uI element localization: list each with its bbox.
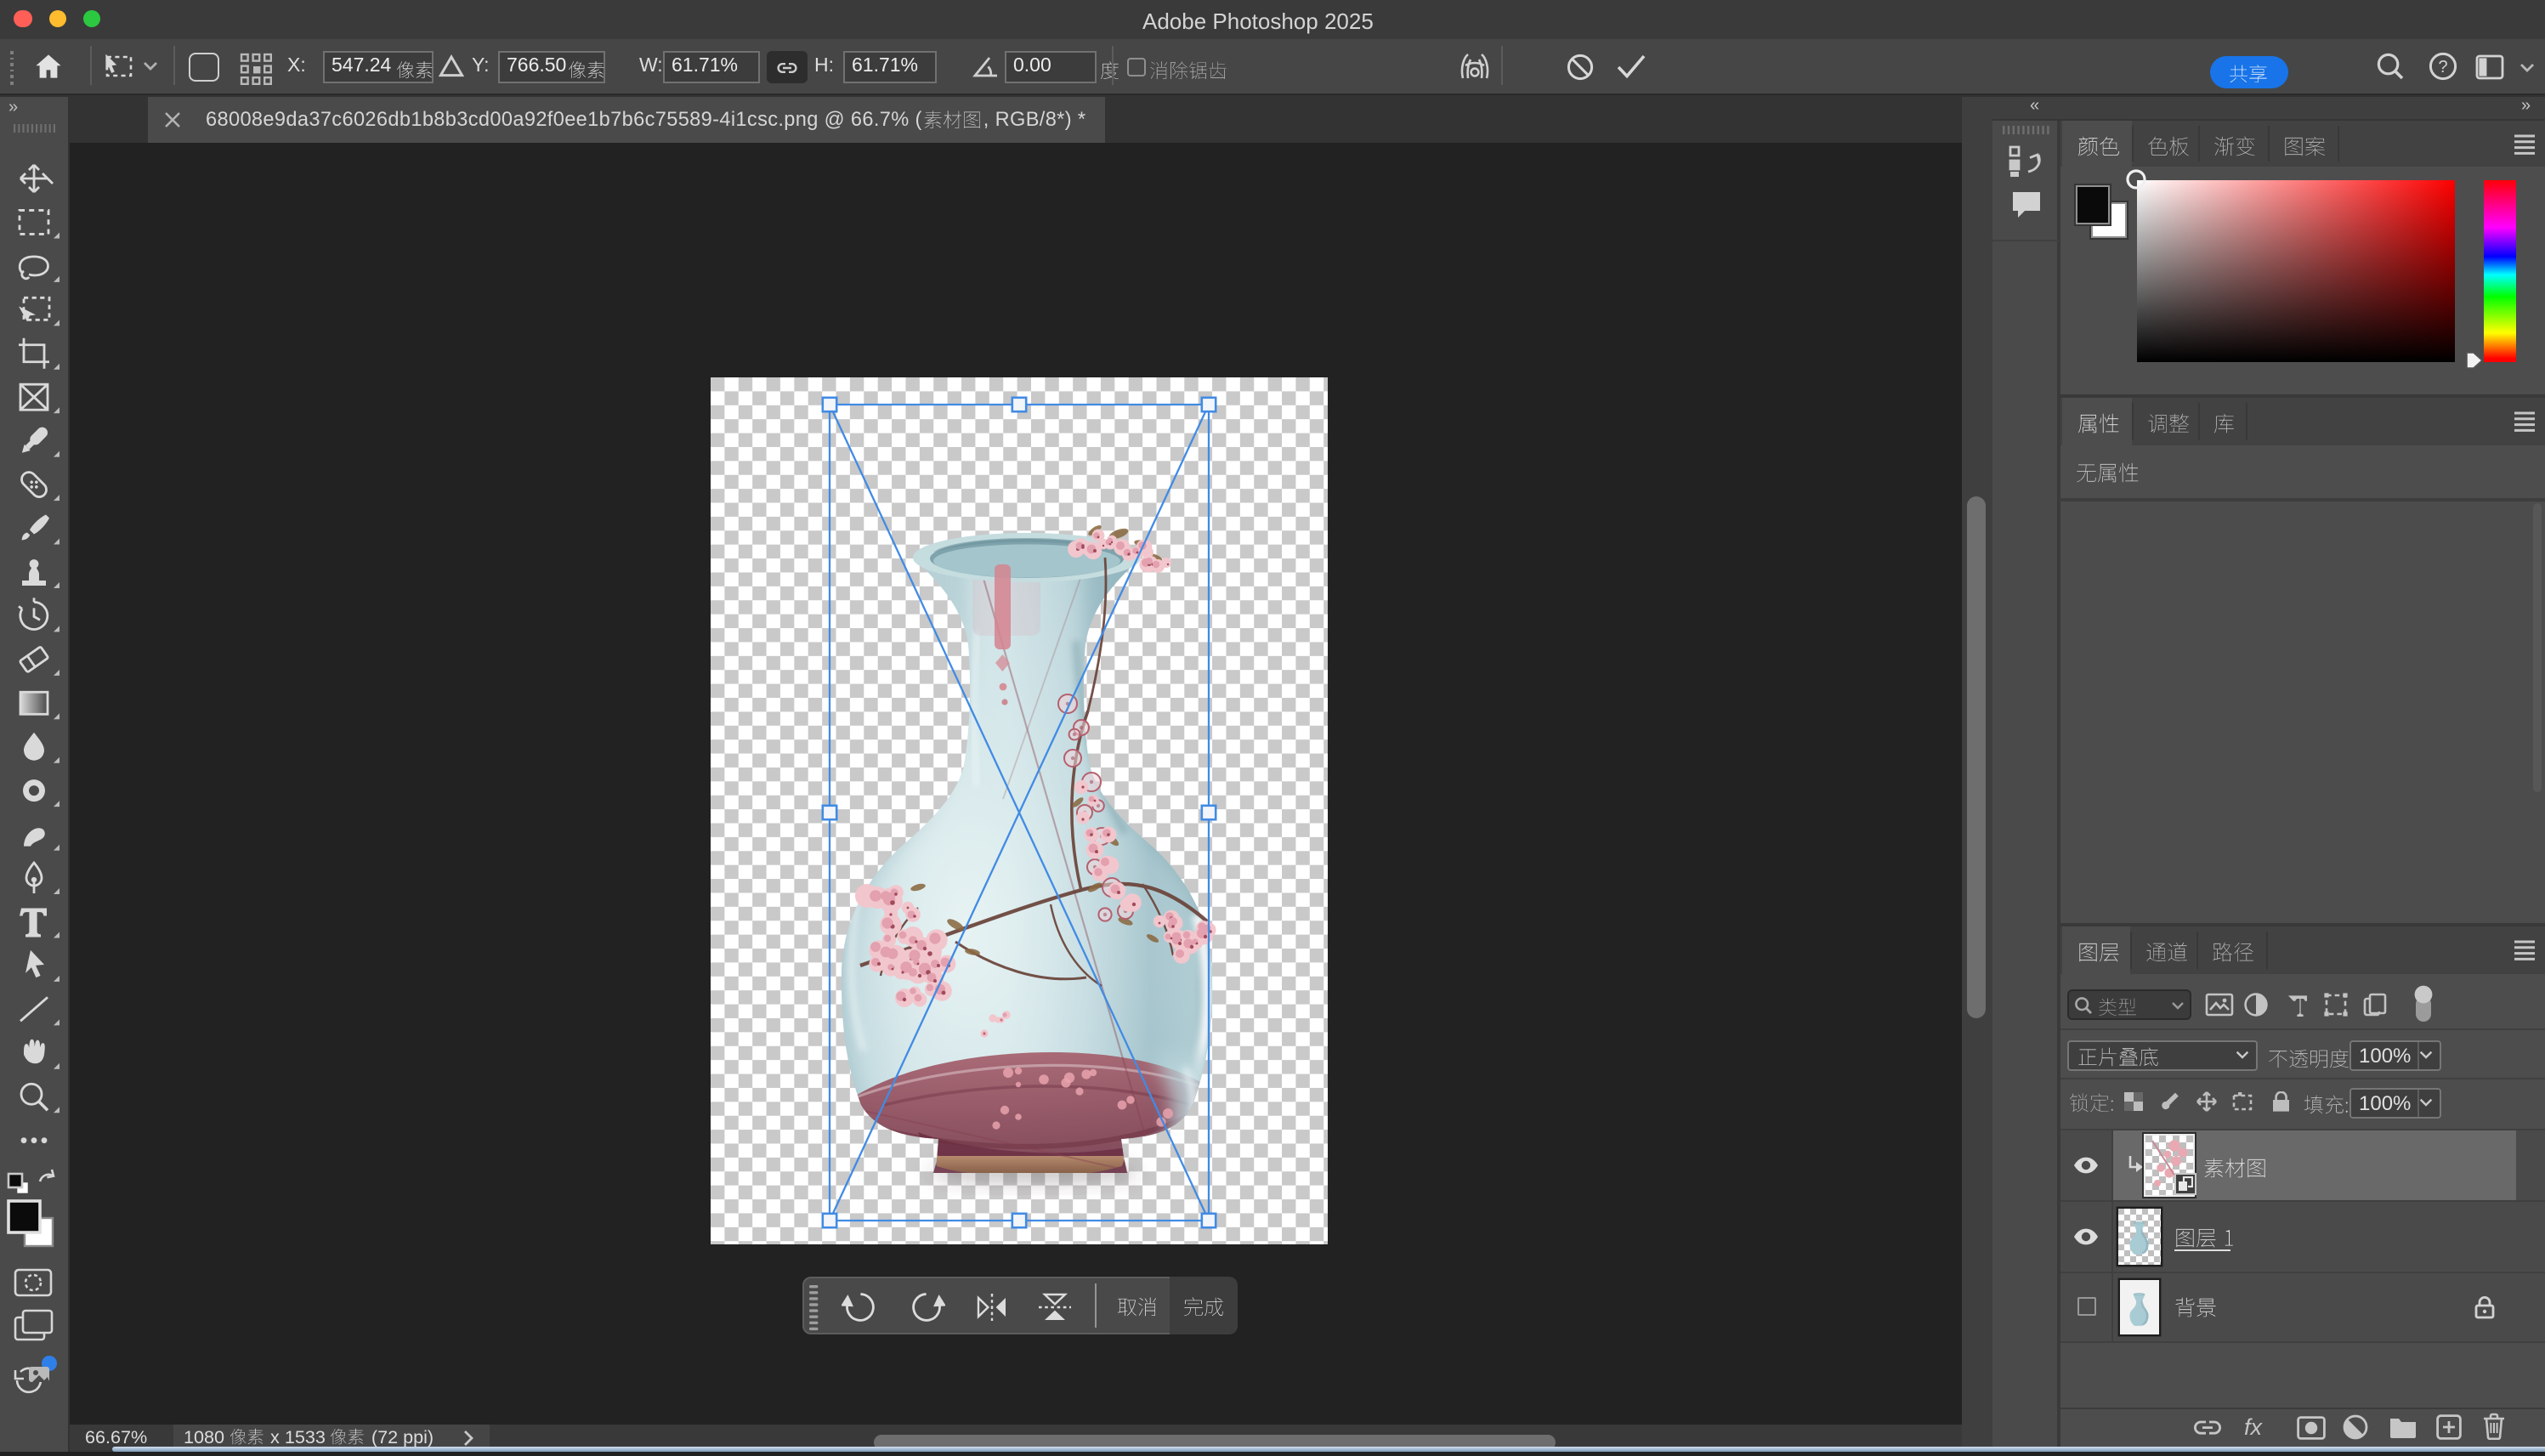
svg-text:?: ? — [2438, 58, 2447, 76]
